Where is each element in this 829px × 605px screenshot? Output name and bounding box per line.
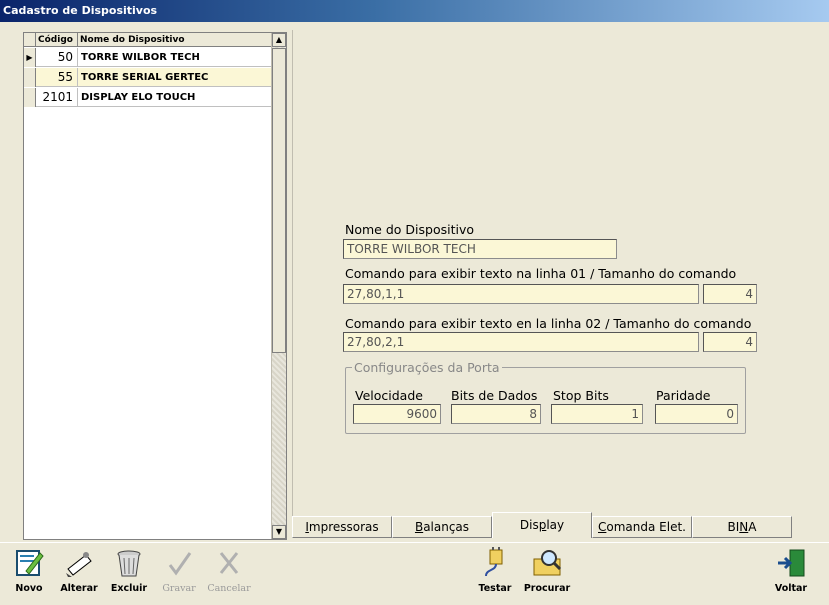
- exit-door-icon: [778, 549, 805, 577]
- speed-field[interactable]: 9600: [353, 404, 441, 424]
- stopbits-field[interactable]: 1: [551, 404, 643, 424]
- tab-impressoras[interactable]: Impressoras: [292, 516, 392, 538]
- edit-label: Alterar: [60, 583, 98, 594]
- plug-icon: [485, 547, 503, 577]
- new-label: Novo: [15, 583, 43, 594]
- device-name-label: Nome do Dispositivo: [345, 222, 474, 237]
- row-name[interactable]: TORRE WILBOR TECH: [78, 48, 273, 67]
- back-button[interactable]: Voltar: [766, 547, 816, 601]
- current-row-indicator-icon: ▶: [24, 48, 36, 67]
- column-header-code[interactable]: Código: [36, 33, 78, 47]
- databits-field[interactable]: 8: [451, 404, 541, 424]
- scroll-down-icon[interactable]: ▼: [272, 525, 286, 539]
- row-indicator: [24, 88, 36, 107]
- parity-field[interactable]: 0: [655, 404, 738, 424]
- cancel-button[interactable]: Cancelar: [204, 547, 254, 601]
- trash-icon: [117, 550, 141, 577]
- line2-size-field[interactable]: 4: [703, 332, 757, 352]
- main-area: Código Nome do Dispositivo ▶ 50 TORRE WI…: [0, 22, 829, 542]
- search-button[interactable]: Procurar: [522, 547, 572, 601]
- back-label: Voltar: [774, 583, 808, 594]
- scroll-up-icon[interactable]: ▲: [272, 33, 286, 47]
- save-button[interactable]: Gravar: [154, 547, 204, 601]
- line1-command-label: Comando para exibir texto na linha 01 / …: [345, 266, 737, 281]
- checkmark-icon: [168, 552, 192, 576]
- line1-size-field[interactable]: 4: [703, 284, 757, 304]
- table-row[interactable]: 2101 DISPLAY ELO TOUCH: [24, 88, 273, 107]
- devices-grid[interactable]: Código Nome do Dispositivo ▶ 50 TORRE WI…: [23, 32, 287, 540]
- grid-header: Código Nome do Dispositivo: [24, 33, 273, 47]
- tab-comanda-elet[interactable]: Comanda Elet.: [592, 516, 692, 538]
- speed-label: Velocidade: [355, 388, 423, 403]
- grid-vertical-scrollbar[interactable]: ▲ ▼: [271, 33, 286, 539]
- scroll-thumb[interactable]: [272, 48, 286, 353]
- test-button[interactable]: Testar: [470, 547, 520, 601]
- save-label: Gravar: [162, 583, 196, 594]
- row-code[interactable]: 50: [36, 48, 78, 67]
- line2-command-label: Comando para exibir texto en la linha 02…: [345, 316, 752, 331]
- cancel-x-icon: [219, 552, 239, 574]
- row-code[interactable]: 2101: [36, 88, 78, 107]
- new-button[interactable]: Novo: [4, 547, 54, 601]
- delete-label: Excluir: [110, 583, 148, 594]
- edit-button[interactable]: Alterar: [54, 547, 104, 601]
- window-title: Cadastro de Dispositivos: [0, 0, 829, 22]
- search-label: Procurar: [523, 583, 571, 594]
- parity-label: Paridade: [656, 388, 711, 403]
- stopbits-label: Stop Bits: [553, 388, 609, 403]
- table-row[interactable]: 55 TORRE SERIAL GERTEC: [24, 68, 273, 87]
- delete-button[interactable]: Excluir: [104, 547, 154, 601]
- column-header-name[interactable]: Nome do Dispositivo: [78, 33, 273, 47]
- toolbar: Novo Alterar Excluir Gravar Cancelar Tes…: [0, 542, 829, 605]
- tab-balancas[interactable]: Balanças: [392, 516, 492, 538]
- search-icon: [533, 550, 562, 576]
- cancel-label: Cancelar: [207, 583, 251, 594]
- row-name[interactable]: TORRE SERIAL GERTEC: [78, 68, 273, 87]
- databits-label: Bits de Dados: [451, 388, 538, 403]
- row-name[interactable]: DISPLAY ELO TOUCH: [78, 88, 273, 107]
- line2-command-field[interactable]: 27,80,2,1: [343, 332, 699, 352]
- edit-pencil-icon: [66, 552, 92, 577]
- table-row[interactable]: ▶ 50 TORRE WILBOR TECH: [24, 48, 273, 67]
- device-name-field[interactable]: TORRE WILBOR TECH: [343, 239, 617, 259]
- new-document-icon: [16, 550, 44, 576]
- tab-bina[interactable]: BINA: [692, 516, 792, 538]
- grid-indicator-header: [24, 33, 36, 47]
- row-code[interactable]: 55: [36, 68, 78, 87]
- test-label: Testar: [478, 583, 512, 594]
- line1-command-field[interactable]: 27,80,1,1: [343, 284, 699, 304]
- tab-display[interactable]: Display: [492, 512, 592, 538]
- port-settings-legend: Configurações da Porta: [352, 360, 502, 375]
- row-indicator: [24, 68, 36, 87]
